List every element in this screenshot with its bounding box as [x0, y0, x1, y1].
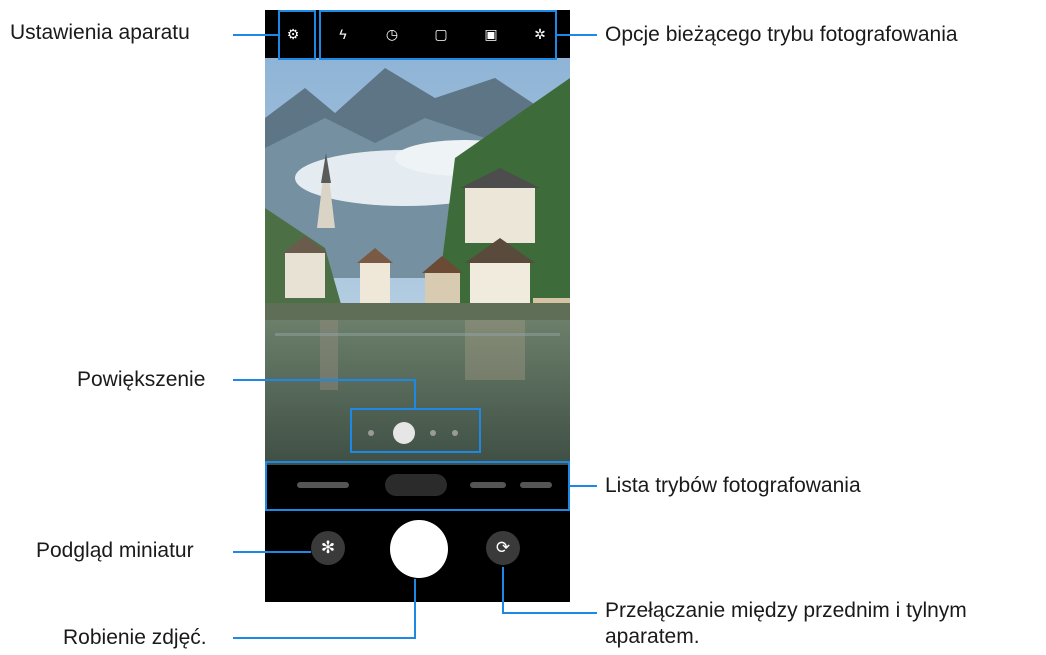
settings-callout-box: [278, 10, 316, 60]
zoom-leader-h: [233, 379, 415, 381]
shutter-leader-h: [233, 637, 416, 639]
thumbnail-preview-button[interactable]: ✻: [311, 531, 345, 565]
label-switch-camera-line1: Przełączanie między przednim i tylnym: [605, 599, 967, 622]
label-zoom: Powiększenie: [77, 368, 206, 391]
label-shooting-modes-list: Lista trybów fotografowania: [605, 474, 861, 497]
modes-leader: [570, 485, 597, 487]
gallery-thumbnail-icon: ✻: [320, 538, 336, 557]
shutter-button[interactable]: [390, 520, 448, 578]
camera-screen: ⚙ ϟ ◷ ▢ ▣ ✲ ✻ ⟳: [265, 10, 570, 602]
label-camera-settings: Ustawienia aparatu: [10, 21, 190, 44]
zoom-callout-box: [350, 408, 481, 453]
label-current-mode-options: Opcje bieżącego trybu fotografowania: [605, 23, 958, 46]
settings-leader: [233, 34, 278, 36]
switch-camera-icon: ⟳: [495, 538, 511, 557]
options-leader: [557, 34, 597, 36]
switch-leader-v: [502, 567, 504, 613]
label-thumbnail-preview: Podgląd miniatur: [36, 539, 194, 562]
switch-leader-h: [502, 612, 597, 614]
label-take-photo: Robienie zdjęć.: [63, 626, 207, 649]
switch-camera-button[interactable]: ⟳: [486, 531, 520, 565]
shutter-leader-v: [414, 579, 416, 638]
landscape-photo: [265, 58, 570, 465]
thumbnail-leader: [233, 551, 311, 553]
options-callout-box: [319, 10, 557, 60]
camera-viewfinder[interactable]: [265, 58, 570, 465]
modes-callout-box: [265, 461, 570, 511]
zoom-leader-v: [414, 379, 416, 408]
label-switch-camera-line2: aparatem.: [605, 625, 700, 648]
